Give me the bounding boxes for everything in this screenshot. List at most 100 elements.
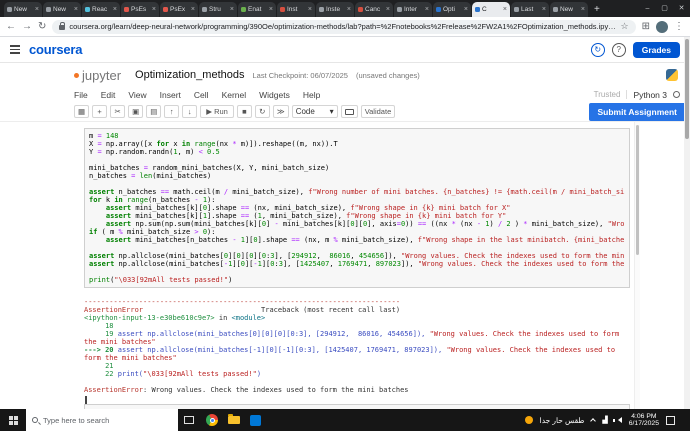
window-minimize-button[interactable]: – bbox=[639, 0, 656, 17]
menu-view[interactable]: View bbox=[128, 90, 146, 100]
tab-close-icon[interactable]: × bbox=[152, 6, 156, 13]
interrupt-kernel-button[interactable]: ■ bbox=[236, 105, 252, 118]
task-view-button[interactable] bbox=[178, 416, 200, 424]
code-line: assert n_batches == math.ceil(m / mini_b… bbox=[89, 188, 625, 196]
window-maximize-button[interactable]: ▢ bbox=[656, 0, 673, 17]
menu-edit[interactable]: Edit bbox=[101, 90, 116, 100]
app-icon[interactable] bbox=[250, 414, 261, 426]
menu-help[interactable]: Help bbox=[303, 90, 320, 100]
chrome-icon[interactable] bbox=[206, 414, 218, 426]
browser-tab[interactable]: Canc × bbox=[355, 2, 393, 17]
tab-favicon bbox=[397, 7, 402, 12]
tab-title: New bbox=[560, 6, 574, 13]
browser-tab[interactable]: Opti × bbox=[433, 2, 471, 17]
extensions-icon[interactable]: ⊞ bbox=[642, 21, 650, 32]
cut-cell-icon: ✂ bbox=[114, 107, 121, 116]
restart-run-all-button[interactable]: ≫ bbox=[272, 105, 289, 118]
hamburger-menu-icon[interactable] bbox=[10, 45, 20, 54]
menu-kernel[interactable]: Kernel bbox=[222, 90, 247, 100]
address-bar[interactable]: coursera.org/learn/deep-neural-network/p… bbox=[52, 19, 636, 34]
page-scrollbar[interactable] bbox=[684, 37, 690, 409]
browser-tab[interactable]: Inste × bbox=[316, 2, 354, 17]
new-tab-button[interactable]: + bbox=[589, 2, 605, 17]
browser-tab-active[interactable]: C × bbox=[472, 2, 510, 17]
copy-cell-button[interactable]: ▣ bbox=[128, 105, 144, 118]
bookmark-star-icon[interactable]: ☆ bbox=[621, 21, 629, 32]
network-icon[interactable]: ▟ bbox=[602, 417, 607, 424]
browser-tab[interactable]: Inter × bbox=[394, 2, 432, 17]
tab-close-icon[interactable]: × bbox=[503, 6, 507, 13]
code-line: assert mini_batches[k][0].shape == (nx, … bbox=[105, 204, 511, 212]
help-icon[interactable]: ? bbox=[611, 42, 626, 57]
grades-button[interactable]: Grades bbox=[632, 41, 680, 58]
back-button[interactable]: ← bbox=[6, 21, 16, 32]
browser-tab[interactable]: New × bbox=[550, 2, 588, 17]
tab-close-icon[interactable]: × bbox=[113, 6, 117, 13]
tray-expand-icon[interactable] bbox=[590, 418, 597, 424]
browser-tab[interactable]: Last × bbox=[511, 2, 549, 17]
browser-tab[interactable]: Enat × bbox=[238, 2, 276, 17]
restart-kernel-button[interactable]: ↻ bbox=[254, 105, 270, 118]
move-cell-up-button[interactable]: ↑ bbox=[164, 105, 180, 118]
taskbar-search[interactable]: Type here to search bbox=[26, 409, 178, 431]
forward-button[interactable]: → bbox=[22, 21, 32, 32]
browser-tab[interactable]: New × bbox=[43, 2, 81, 17]
browser-menu-icon[interactable]: ⋮ bbox=[674, 21, 684, 32]
notebook-title[interactable]: Optimization_methods bbox=[135, 69, 244, 81]
add-cell-button[interactable]: + bbox=[92, 105, 108, 118]
run-button[interactable]: ▶ Run bbox=[200, 105, 234, 118]
browser-tab[interactable]: Inst × bbox=[277, 2, 315, 17]
tab-close-icon[interactable]: × bbox=[191, 6, 195, 13]
page-scrollbar-thumb[interactable] bbox=[685, 39, 689, 139]
tab-close-icon[interactable]: × bbox=[386, 6, 390, 13]
coursera-logo[interactable]: coursera bbox=[29, 42, 83, 57]
tab-close-icon[interactable]: × bbox=[74, 6, 78, 13]
jupyter-logo[interactable]: jupyter bbox=[74, 68, 121, 83]
menu-widgets[interactable]: Widgets bbox=[259, 90, 290, 100]
code-cell[interactable]: m = 148 X = np.array([x for x in range(nx… bbox=[84, 128, 630, 288]
menu-cell[interactable]: Cell bbox=[194, 90, 209, 100]
browser-tab[interactable]: Stru × bbox=[199, 2, 237, 17]
submit-assignment-button[interactable]: Submit Assignment bbox=[588, 102, 686, 121]
tab-close-icon[interactable]: × bbox=[464, 6, 468, 13]
tab-close-icon[interactable]: × bbox=[308, 6, 312, 13]
tab-close-icon[interactable]: × bbox=[35, 6, 39, 13]
window-close-button[interactable]: ✕ bbox=[673, 0, 690, 17]
move-cell-down-button[interactable]: ↓ bbox=[182, 105, 198, 118]
weather-text[interactable]: طقس حار جدا bbox=[540, 416, 585, 425]
menu-file[interactable]: File bbox=[74, 90, 88, 100]
tab-favicon bbox=[85, 7, 90, 12]
paste-cell-button[interactable]: ▤ bbox=[146, 105, 162, 118]
tab-close-icon[interactable]: × bbox=[425, 6, 429, 13]
profile-avatar[interactable] bbox=[656, 20, 668, 33]
browser-tab[interactable]: New × bbox=[4, 2, 42, 17]
reload-button[interactable]: ↻ bbox=[38, 21, 46, 32]
tab-close-icon[interactable]: × bbox=[581, 6, 585, 13]
tab-title: Reac bbox=[92, 6, 108, 13]
code-line: AssertionError Traceback (most recent ca… bbox=[84, 306, 401, 314]
save-button[interactable]: ▦ bbox=[74, 105, 90, 118]
tab-close-icon[interactable]: × bbox=[347, 6, 351, 13]
notebook-scrollbar[interactable] bbox=[634, 122, 640, 409]
tab-close-icon[interactable]: × bbox=[230, 6, 234, 13]
browser-tab[interactable]: PsEx × bbox=[160, 2, 198, 17]
browser-tab[interactable]: Reac × bbox=[82, 2, 120, 17]
action-center-icon[interactable] bbox=[666, 415, 675, 425]
scrollbar-thumb[interactable] bbox=[636, 125, 639, 255]
lab-refresh-icon[interactable]: ↻ bbox=[590, 42, 605, 57]
menu-insert[interactable]: Insert bbox=[160, 90, 181, 100]
tab-close-icon[interactable]: × bbox=[269, 6, 273, 13]
code-editor[interactable]: m = 148 X = np.array([x for x in range(nx… bbox=[89, 132, 625, 284]
browser-tab[interactable]: PsEs × bbox=[121, 2, 159, 17]
cut-cell-button[interactable]: ✂ bbox=[110, 105, 126, 118]
task-view-icon bbox=[184, 416, 194, 424]
keyboard-shortcuts-button[interactable] bbox=[340, 105, 358, 118]
browser-tabs: New × New × Reac × PsEs × PsEx × Stru × Enat × Inst × In… bbox=[4, 2, 589, 17]
start-button[interactable] bbox=[0, 409, 26, 431]
validate-button[interactable]: Validate bbox=[360, 105, 396, 118]
file-explorer-icon[interactable] bbox=[228, 414, 240, 424]
taskbar-clock[interactable]: 4:06 PM 6/17/2025 bbox=[629, 413, 659, 428]
cell-type-select[interactable]: Code ▾ bbox=[291, 105, 338, 118]
volume-icon[interactable] bbox=[612, 417, 622, 423]
tab-close-icon[interactable]: × bbox=[542, 6, 546, 13]
